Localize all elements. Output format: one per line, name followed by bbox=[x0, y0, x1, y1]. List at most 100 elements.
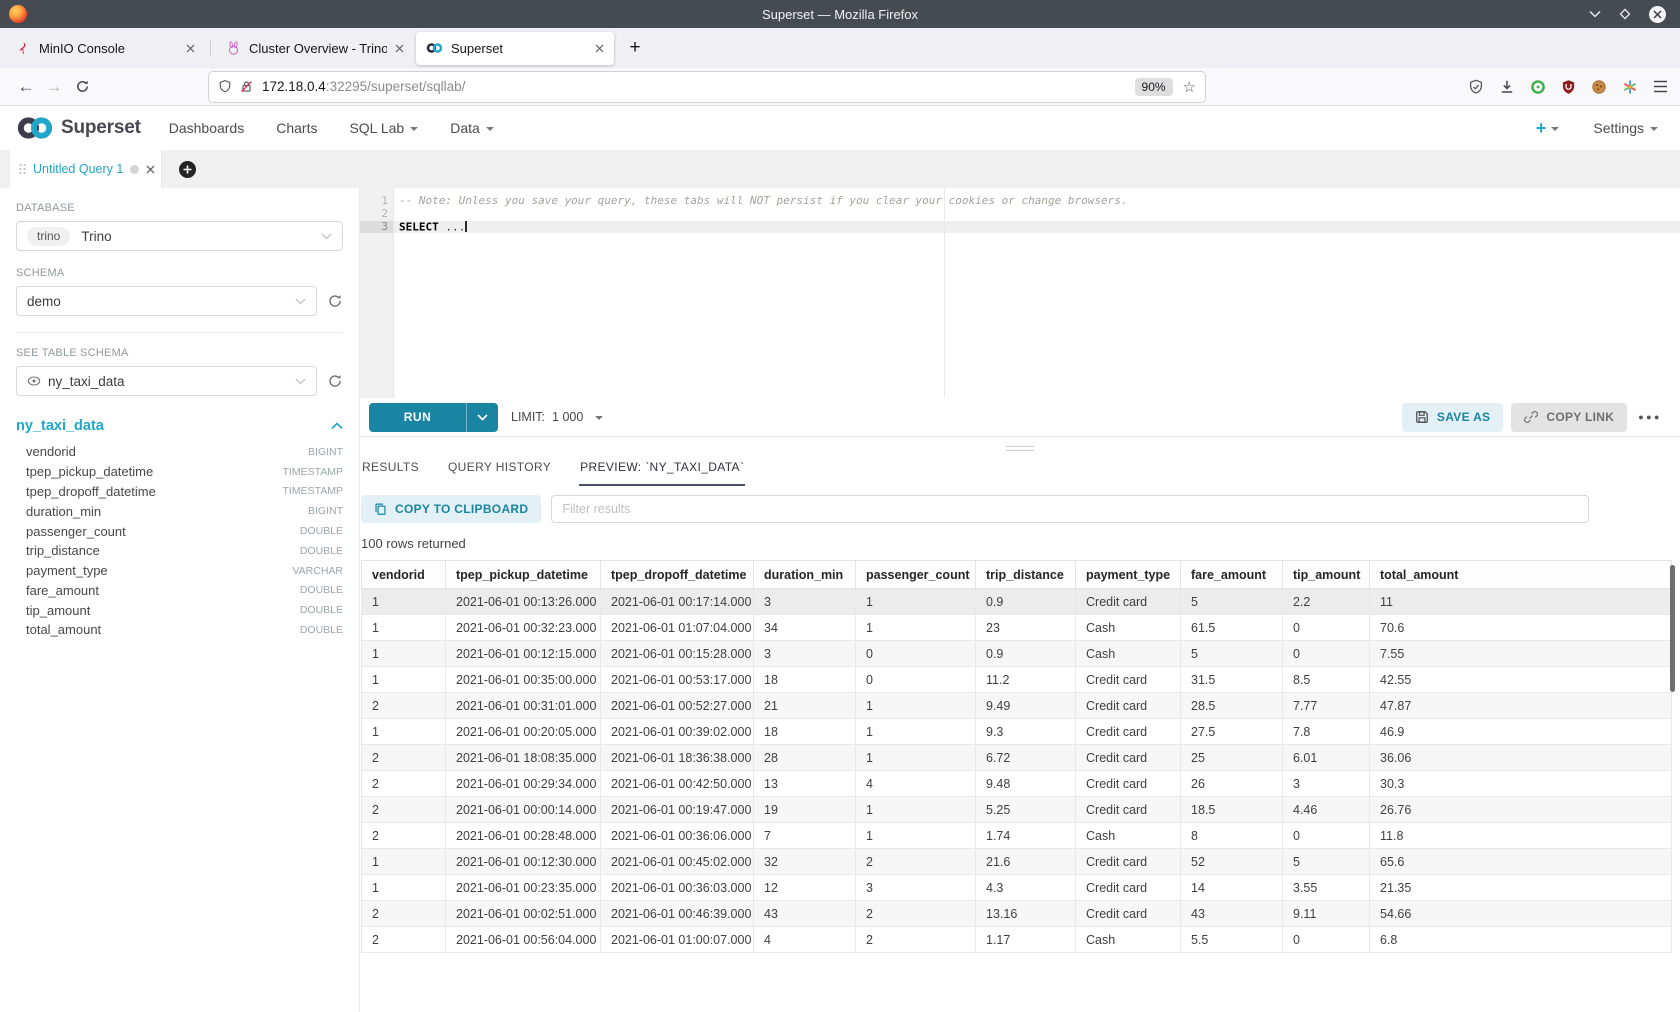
reload-icon[interactable] bbox=[68, 73, 96, 101]
chevron-down-icon bbox=[1650, 127, 1658, 131]
tab-separator bbox=[210, 39, 211, 57]
table-cell: 2021-06-01 00:28:48.000 bbox=[446, 823, 601, 849]
column-header[interactable]: duration_min bbox=[754, 561, 856, 589]
save-as-button[interactable]: SAVE AS bbox=[1402, 403, 1503, 432]
column-row: duration_minBIGINT bbox=[16, 501, 343, 521]
back-icon[interactable]: ← bbox=[12, 73, 40, 101]
url-bar[interactable]: 172.18.0.4:32295/superset/sqllab/ 90% ☆ bbox=[209, 72, 1205, 102]
browser-tabstrip: MinIO Console Cluster Overview - Trino S… bbox=[0, 28, 1680, 68]
close-tab-icon[interactable] bbox=[595, 44, 604, 53]
nav-item-sql-lab[interactable]: SQL Lab bbox=[349, 120, 418, 136]
table-select[interactable]: ny_taxi_data bbox=[16, 366, 317, 396]
minio-favicon bbox=[17, 41, 31, 56]
database-select[interactable]: trino Trino bbox=[16, 221, 343, 251]
table-cell: 7.55 bbox=[1370, 641, 1672, 667]
run-button[interactable]: RUN bbox=[369, 403, 467, 432]
column-header[interactable]: passenger_count bbox=[856, 561, 976, 589]
insecure-lock-icon[interactable] bbox=[239, 79, 254, 94]
column-header[interactable]: vendorid bbox=[362, 561, 446, 589]
nav-item-charts[interactable]: Charts bbox=[276, 120, 317, 136]
add-query-tab-button[interactable] bbox=[179, 161, 196, 178]
superset-brand[interactable]: Superset bbox=[16, 116, 141, 140]
copy-link-button[interactable]: COPY LINK bbox=[1511, 403, 1627, 432]
extension-green-icon[interactable] bbox=[1530, 79, 1546, 95]
table-row: 12021-06-01 00:23:35.0002021-06-01 00:36… bbox=[362, 875, 1672, 901]
table-cell: 2 bbox=[362, 745, 446, 771]
bookmark-star-icon[interactable]: ☆ bbox=[1183, 78, 1196, 96]
close-window-icon[interactable] bbox=[1649, 6, 1666, 23]
text-cursor bbox=[465, 221, 467, 232]
column-name: tpep_pickup_datetime bbox=[26, 464, 153, 479]
table-cell: 0 bbox=[1283, 927, 1370, 953]
table-row: 12021-06-01 00:12:15.0002021-06-01 00:15… bbox=[362, 641, 1672, 667]
tracking-shield-icon[interactable] bbox=[218, 79, 232, 94]
table-cell: 2021-06-01 00:56:04.000 bbox=[446, 927, 601, 953]
filter-results-input[interactable] bbox=[551, 495, 1589, 523]
nav-item-data[interactable]: Data bbox=[450, 120, 494, 136]
query-tab[interactable]: Untitled Query 1 bbox=[10, 150, 162, 188]
new-tab-button[interactable]: + bbox=[621, 34, 649, 62]
drag-dots-icon[interactable] bbox=[19, 163, 26, 175]
schema-value: demo bbox=[27, 294, 61, 309]
column-header[interactable]: tip_amount bbox=[1283, 561, 1370, 589]
column-header[interactable]: total_amount bbox=[1370, 561, 1672, 589]
column-header[interactable]: trip_distance bbox=[976, 561, 1076, 589]
clipboard-copy-icon bbox=[374, 502, 387, 516]
minimize-chevron-icon[interactable] bbox=[1589, 10, 1601, 18]
menu-icon[interactable] bbox=[1653, 80, 1668, 93]
refresh-tables-icon[interactable] bbox=[327, 373, 343, 389]
cookie-icon[interactable] bbox=[1591, 79, 1607, 95]
close-tab-icon[interactable] bbox=[186, 44, 195, 53]
more-actions-button[interactable]: ●●● bbox=[1638, 412, 1662, 422]
column-header[interactable]: tpep_dropoff_datetime bbox=[601, 561, 754, 589]
table-scrollbar-thumb[interactable] bbox=[1670, 565, 1675, 692]
table-cell: 2 bbox=[362, 771, 446, 797]
pane-resize-handle[interactable] bbox=[1006, 443, 1034, 454]
table-cell: 23 bbox=[976, 615, 1076, 641]
chevron-down-icon bbox=[321, 233, 332, 240]
table-cell: 2021-06-01 18:08:35.000 bbox=[446, 745, 601, 771]
column-header[interactable]: fare_amount bbox=[1181, 561, 1283, 589]
table-cell: 2021-06-01 00:23:35.000 bbox=[446, 875, 601, 901]
limit-control[interactable]: LIMIT: 1 000 bbox=[511, 410, 603, 424]
schema-select[interactable]: demo bbox=[16, 286, 317, 316]
tab-preview[interactable]: PREVIEW: `NY_TAXI_DATA` bbox=[579, 460, 745, 486]
tab-results[interactable]: RESULTS bbox=[361, 460, 420, 486]
sqllab-main: 1 2 3 -- Note: Unless you save your quer… bbox=[360, 188, 1680, 1012]
collapse-table-chevron-icon[interactable] bbox=[331, 422, 343, 430]
refresh-schemas-icon[interactable] bbox=[327, 293, 343, 309]
zoom-level-badge[interactable]: 90% bbox=[1135, 78, 1173, 96]
maximize-diamond-icon[interactable] bbox=[1618, 7, 1632, 21]
sql-editor[interactable]: 1 2 3 -- Note: Unless you save your quer… bbox=[360, 188, 1680, 398]
copy-to-clipboard-button[interactable]: COPY TO CLIPBOARD bbox=[361, 495, 541, 523]
table-name-link[interactable]: ny_taxi_data bbox=[16, 418, 104, 434]
nav-item-dashboards[interactable]: Dashboards bbox=[169, 120, 245, 136]
downloads-icon[interactable] bbox=[1499, 79, 1515, 95]
close-query-tab-icon[interactable] bbox=[146, 165, 155, 174]
browser-tab-minio[interactable]: MinIO Console bbox=[7, 32, 205, 65]
table-cell: 1 bbox=[856, 823, 976, 849]
table-cell: Credit card bbox=[1076, 797, 1181, 823]
run-split-button[interactable]: RUN bbox=[369, 403, 498, 432]
settings-menu[interactable]: Settings bbox=[1593, 120, 1658, 136]
browser-tab-superset[interactable]: Superset bbox=[416, 32, 614, 65]
ublock-shield-icon[interactable] bbox=[1561, 79, 1576, 95]
chevron-down-icon bbox=[595, 416, 603, 420]
run-options-chevron-icon[interactable] bbox=[467, 403, 498, 432]
add-new-dropdown[interactable]: + bbox=[1536, 118, 1560, 139]
browser-tab-trino[interactable]: Cluster Overview - Trino bbox=[216, 32, 414, 65]
editor-code-area[interactable]: -- Note: Unless you save your query, the… bbox=[394, 188, 1680, 398]
table-cell: Cash bbox=[1076, 823, 1181, 849]
tab-query-history[interactable]: QUERY HISTORY bbox=[447, 460, 552, 486]
permissions-shield-icon[interactable] bbox=[1468, 79, 1484, 95]
column-header[interactable]: payment_type bbox=[1076, 561, 1181, 589]
multicolor-asterisk-icon[interactable] bbox=[1622, 79, 1638, 95]
sidebar-divider bbox=[16, 332, 343, 333]
close-tab-icon[interactable] bbox=[395, 44, 404, 53]
column-header[interactable]: tpep_pickup_datetime bbox=[446, 561, 601, 589]
table-cell: 9.3 bbox=[976, 719, 1076, 745]
forward-icon[interactable]: → bbox=[40, 73, 68, 101]
table-cell: 0 bbox=[1283, 823, 1370, 849]
table-cell: Cash bbox=[1076, 641, 1181, 667]
table-cell: Credit card bbox=[1076, 745, 1181, 771]
